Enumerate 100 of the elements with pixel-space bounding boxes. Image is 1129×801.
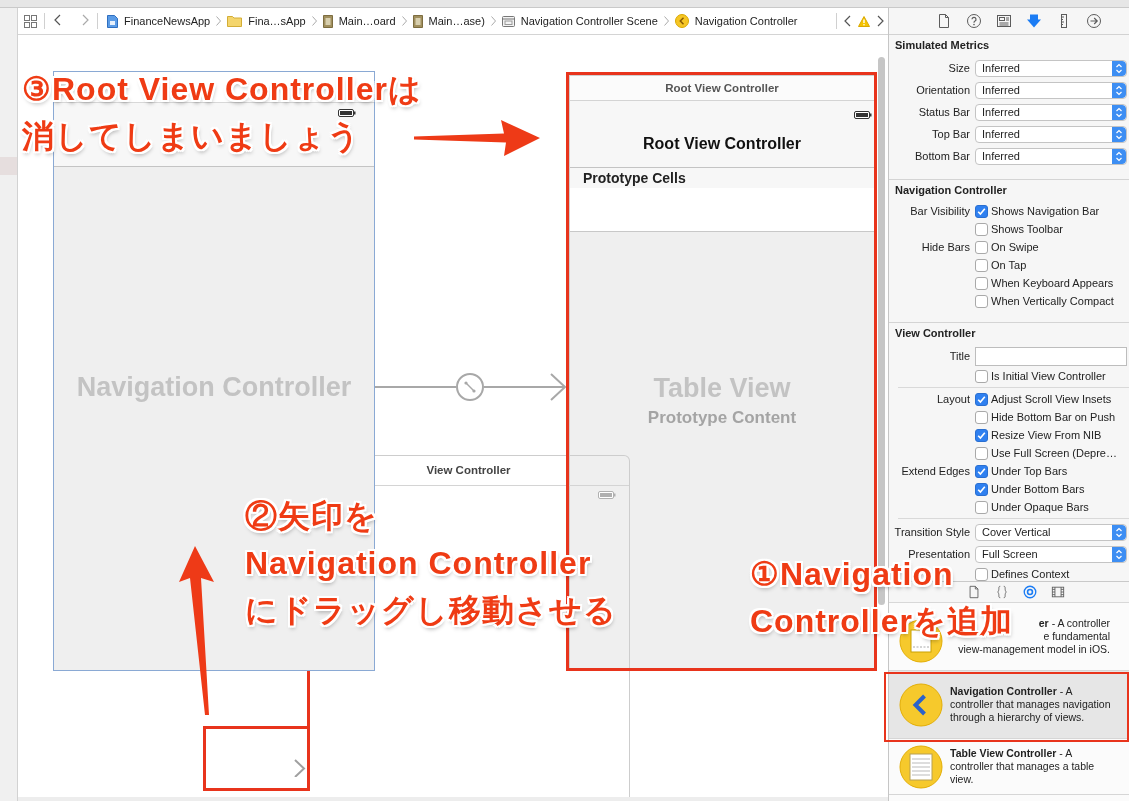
storyboard-file-icon: [322, 14, 333, 28]
item-description: e fundamental: [1043, 630, 1110, 643]
warning-icon[interactable]: [858, 15, 870, 27]
id-card-icon[interactable]: [996, 13, 1012, 29]
item-description: Table View Controller - A controller that manages a table view.: [950, 747, 1096, 786]
braces-icon[interactable]: [995, 585, 1009, 599]
checkbox[interactable]: [975, 428, 988, 442]
navigation-title: Root View Controller: [643, 135, 801, 153]
checkbox[interactable]: [975, 369, 988, 383]
battery-icon: [338, 109, 356, 117]
checkbox-label: Hide Bottom Bar on Push: [991, 411, 1116, 423]
field-label: Bar Visibility: [909, 205, 970, 217]
checkbox[interactable]: [975, 567, 988, 581]
checkbox[interactable]: [975, 276, 988, 290]
breadcrumb-item[interactable]: Fina…sApp: [227, 15, 306, 27]
folder-icon: [227, 15, 243, 27]
highlight-line: [307, 671, 310, 727]
storyboard-file-icon: [412, 14, 423, 28]
popup-button[interactable]: Inferred: [975, 81, 1127, 99]
gutter-highlight: [0, 157, 17, 175]
checkbox[interactable]: [975, 222, 988, 236]
popup-button[interactable]: Inferred: [975, 59, 1127, 77]
field-label: Status Bar: [917, 106, 970, 118]
popup-button[interactable]: Inferred: [975, 147, 1127, 165]
field-label: Title: [948, 350, 970, 362]
checkbox-label: Shows Toolbar: [991, 223, 1063, 235]
library-item[interactable]: Navigation Controller - A controller that manages navigation through a hierarchy of views.: [889, 671, 1129, 739]
table-cell[interactable]: [570, 188, 874, 232]
breadcrumb-item[interactable]: Navigation Controller: [674, 14, 798, 28]
checkbox-label: When Keyboard Appears: [991, 277, 1114, 289]
item-description: Navigation Controller - A controller that manages navigation through a hierarchy of views.: [950, 685, 1112, 724]
chevron-left-icon[interactable]: [54, 14, 61, 26]
breadcrumb-item[interactable]: Main…ase): [412, 14, 485, 28]
checkbox[interactable]: [975, 482, 988, 496]
updown-caret-icon: [1112, 60, 1126, 76]
library-item[interactable]: Table View Controller - A controller that manages a table view.: [889, 739, 1129, 795]
checkbox[interactable]: [975, 294, 988, 308]
attributes-icon[interactable]: [1026, 13, 1042, 29]
section-header: Prototype Cells: [570, 168, 874, 188]
field-label: Size: [947, 62, 970, 74]
updown-caret-icon: [1112, 524, 1126, 540]
checkbox-label: On Swipe: [991, 241, 1039, 253]
checkbox[interactable]: [975, 464, 988, 478]
popup-button[interactable]: Inferred: [975, 103, 1127, 121]
checkbox-label: Resize View From NIB: [991, 429, 1102, 441]
updown-caret-icon: [1112, 104, 1126, 120]
popup-button[interactable]: Inferred: [975, 125, 1127, 143]
scene-title: Root View Controller: [570, 76, 874, 101]
chevron-right-icon[interactable]: [877, 15, 884, 27]
chevron-circle-icon: [674, 14, 689, 28]
battery-icon: [598, 491, 616, 499]
field-label: Orientation: [915, 84, 970, 96]
updown-caret-icon: [1112, 126, 1126, 142]
item-description: view-management model in iOS.: [958, 643, 1110, 656]
section-title: Simulated Metrics: [894, 38, 991, 52]
target-icon[interactable]: [1023, 585, 1037, 599]
checkbox[interactable]: [975, 446, 988, 460]
field-label: Bottom Bar: [913, 150, 970, 162]
section-title: View Controller: [894, 326, 977, 340]
table-icon: [899, 744, 943, 789]
breadcrumb-item[interactable]: Main…oard: [322, 14, 396, 28]
checkbox-label: Under Bottom Bars: [991, 483, 1085, 495]
chevron-circle-icon: [899, 682, 943, 727]
breadcrumb-item[interactable]: Navigation Controller Scene: [501, 15, 658, 27]
breadcrumb-item[interactable]: FinanceNewsApp: [107, 14, 211, 28]
field-label: Presentation: [907, 548, 970, 560]
updown-caret-icon: [1112, 148, 1126, 164]
checkbox[interactable]: [975, 204, 988, 218]
file-icon[interactable]: [967, 585, 981, 599]
document-icon: [107, 14, 118, 28]
segue-connector[interactable]: [375, 372, 567, 402]
checkbox[interactable]: [975, 258, 988, 272]
battery-icon: [854, 111, 872, 119]
arrow-circle-icon[interactable]: [1086, 13, 1102, 29]
file-icon[interactable]: [936, 13, 952, 29]
checkbox[interactable]: [975, 500, 988, 514]
popup-button[interactable]: Cover Vertical: [975, 523, 1127, 541]
scene-icon: [501, 15, 515, 27]
film-strip-icon[interactable]: [1051, 585, 1065, 599]
path-separator-icon: [663, 16, 669, 26]
popup-button[interactable]: Full Screen: [975, 545, 1127, 563]
checkbox-label: Under Top Bars: [991, 465, 1068, 477]
grid-icon[interactable]: [24, 14, 37, 28]
checkbox[interactable]: [975, 240, 988, 254]
section-title: Navigation Controller: [894, 183, 1008, 197]
path-separator-icon: [216, 16, 222, 26]
field-label: Layout: [935, 393, 970, 405]
placeholder-sublabel: Prototype Content: [647, 408, 797, 428]
checkbox-label: Is Initial View Controller: [991, 370, 1106, 382]
checkbox-label: On Tap: [991, 259, 1027, 271]
checkbox-label: Under Opaque Bars: [991, 501, 1089, 513]
help-icon[interactable]: [966, 13, 982, 29]
chevron-left-icon[interactable]: [844, 15, 851, 27]
checkbox[interactable]: [975, 410, 988, 424]
field-label: Extend Edges: [900, 465, 970, 477]
checkbox-label: Adjust Scroll View Insets: [991, 393, 1112, 405]
updown-caret-icon: [1112, 546, 1126, 562]
text-field[interactable]: [975, 346, 1127, 366]
checkbox[interactable]: [975, 392, 988, 406]
checkbox-label: Defines Context: [991, 568, 1070, 580]
